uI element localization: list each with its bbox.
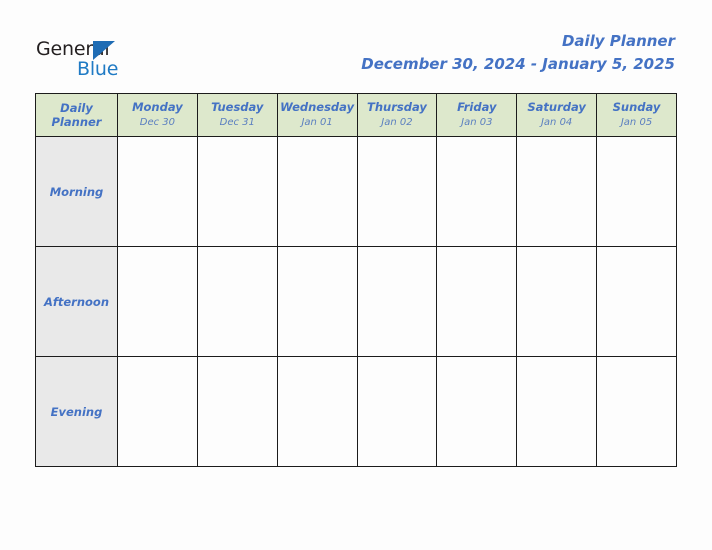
day-date-label: Jan 03 <box>461 117 493 128</box>
day-date-label: Dec 31 <box>219 117 255 128</box>
day-name-label: Wednesday <box>280 100 355 114</box>
entry-cell-evening-saturday[interactable] <box>516 356 598 467</box>
day-date-label: Jan 04 <box>540 117 573 128</box>
page-title: Daily Planner <box>561 32 675 50</box>
entry-cell-afternoon-saturday[interactable] <box>516 246 598 357</box>
day-name-label: Friday <box>457 100 497 114</box>
date-range-subtitle: December 30, 2024 - January 5, 2025 <box>361 55 675 73</box>
slot-label: Afternoon <box>43 294 110 309</box>
entry-cell-afternoon-sunday[interactable] <box>596 246 677 357</box>
day-date-label: Jan 05 <box>620 117 653 128</box>
day-name-label: Tuesday <box>211 100 264 114</box>
day-header-wednesday: Wednesday Jan 01 <box>276 93 358 137</box>
corner-label-line2: Planner <box>51 115 102 129</box>
slot-header-morning: Morning <box>35 136 118 247</box>
slot-header-evening: Evening <box>35 356 118 467</box>
day-header-tuesday: Tuesday Dec 31 <box>196 93 278 137</box>
entry-cell-morning-friday[interactable] <box>436 136 518 247</box>
entry-cell-evening-friday[interactable] <box>436 356 518 467</box>
table-corner-cell: Daily Planner <box>35 93 118 137</box>
entry-cell-afternoon-monday[interactable] <box>117 246 198 357</box>
planner-row-afternoon: Afternoon <box>35 246 677 357</box>
slot-label: Evening <box>50 404 103 419</box>
day-name-label: Thursday <box>367 100 427 114</box>
page-header: General Blue Daily Planner December 30, … <box>0 0 712 93</box>
entry-cell-afternoon-friday[interactable] <box>436 246 518 357</box>
planner-row-morning: Morning <box>35 136 677 247</box>
day-name-label: Saturday <box>527 100 586 114</box>
entry-cell-morning-sunday[interactable] <box>596 136 677 247</box>
entry-cell-afternoon-thursday[interactable] <box>356 246 438 357</box>
entry-cell-evening-thursday[interactable] <box>356 356 438 467</box>
entry-cell-afternoon-tuesday[interactable] <box>196 246 278 357</box>
corner-label-line1: Daily <box>60 101 93 115</box>
day-date-label: Jan 01 <box>301 117 333 128</box>
day-header-saturday: Saturday Jan 04 <box>516 93 598 137</box>
title-block: Daily Planner December 30, 2024 - Januar… <box>361 31 675 75</box>
entry-cell-morning-tuesday[interactable] <box>196 136 278 247</box>
day-header-friday: Friday Jan 03 <box>436 93 518 137</box>
day-name-label: Sunday <box>612 100 661 114</box>
day-header-thursday: Thursday Jan 02 <box>356 93 438 137</box>
entry-cell-morning-saturday[interactable] <box>516 136 598 247</box>
entry-cell-evening-wednesday[interactable] <box>276 356 358 467</box>
entry-cell-evening-sunday[interactable] <box>596 356 677 467</box>
logo-text-blue: Blue <box>77 58 119 80</box>
entry-cell-evening-monday[interactable] <box>117 356 198 467</box>
table-body: Morning Afternoon Evening <box>35 136 677 467</box>
day-date-label: Jan 02 <box>381 117 413 128</box>
generalblue-logo: General Blue <box>36 38 166 86</box>
entry-cell-afternoon-wednesday[interactable] <box>276 246 358 357</box>
entry-cell-morning-thursday[interactable] <box>356 136 438 247</box>
slot-label: Morning <box>49 184 104 199</box>
day-name-label: Monday <box>132 100 183 114</box>
entry-cell-evening-tuesday[interactable] <box>196 356 278 467</box>
entry-cell-morning-wednesday[interactable] <box>276 136 358 247</box>
header-row: Daily Planner Monday Dec 30 Tuesday Dec 31 W… <box>35 93 677 137</box>
entry-cell-morning-monday[interactable] <box>117 136 198 247</box>
daily-planner-table: Daily Planner Monday Dec 30 Tuesday Dec 31 W… <box>35 93 677 467</box>
day-date-label: Dec 30 <box>139 117 176 128</box>
table-header: Daily Planner Monday Dec 30 Tuesday Dec 31 W… <box>35 93 677 137</box>
planner-row-evening: Evening <box>35 356 677 467</box>
slot-header-afternoon: Afternoon <box>35 246 118 357</box>
day-header-sunday: Sunday Jan 05 <box>596 93 677 137</box>
day-header-monday: Monday Dec 30 <box>117 93 198 137</box>
